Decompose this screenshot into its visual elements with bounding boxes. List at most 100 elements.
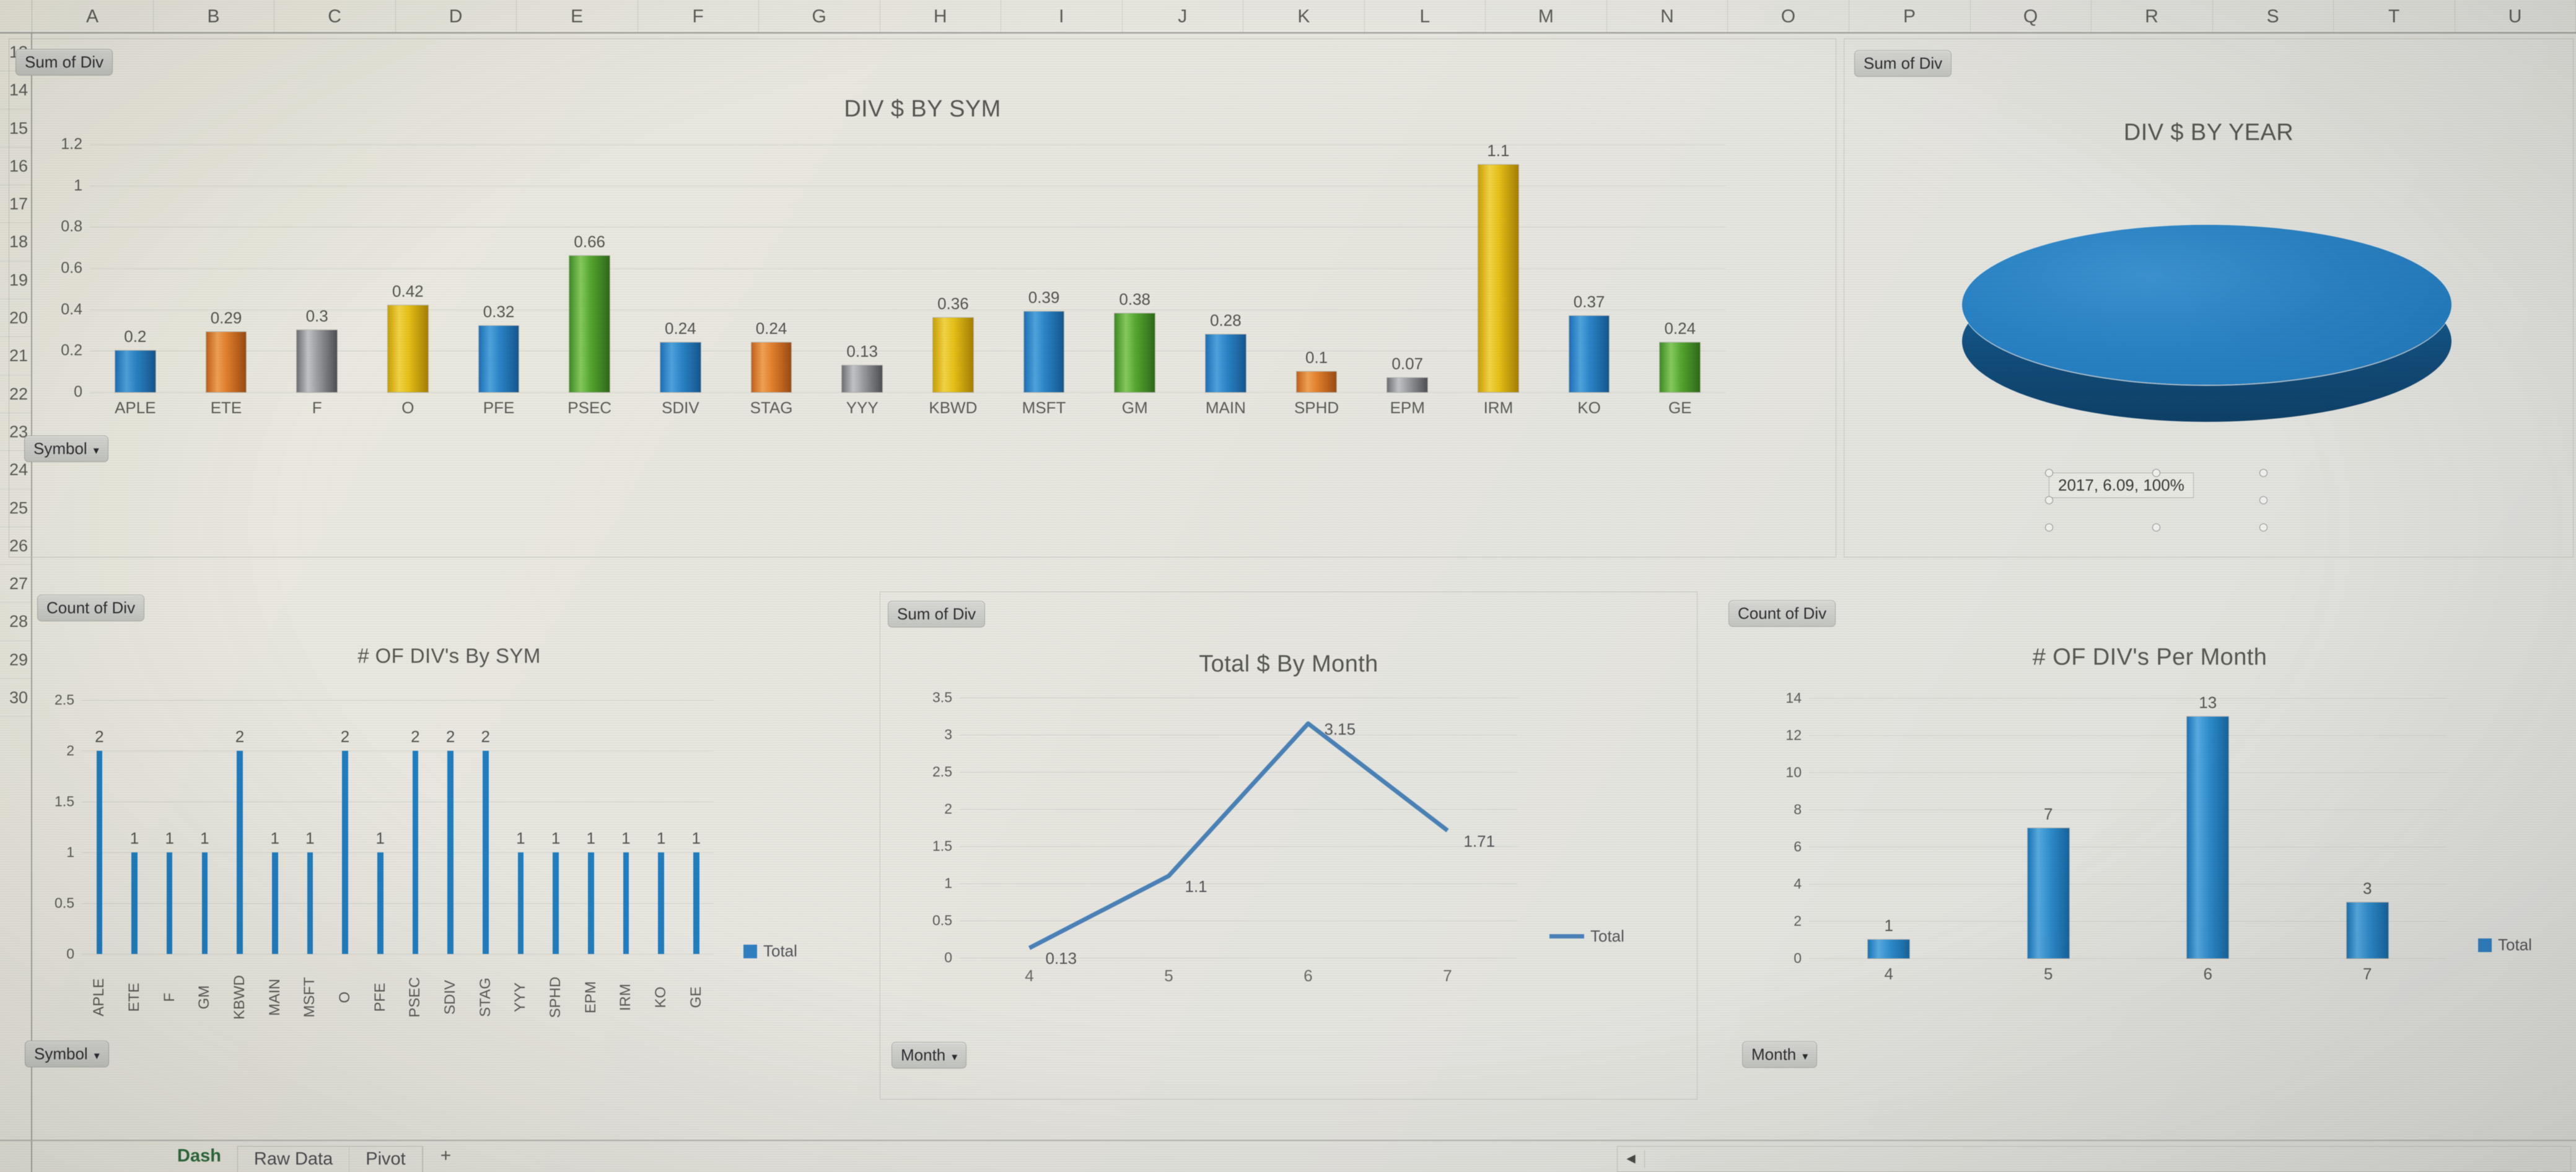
- bar[interactable]: 2: [481, 727, 490, 954]
- bar-slot[interactable]: 1 EPM: [573, 700, 608, 1013]
- selection-handle[interactable]: [2259, 523, 2267, 531]
- column-header-G[interactable]: G: [759, 0, 880, 32]
- column-header-S[interactable]: S: [2213, 0, 2334, 32]
- bar[interactable]: 1.1: [1478, 141, 1518, 392]
- bar-slot[interactable]: 13 6: [2128, 693, 2288, 983]
- column-header-H[interactable]: H: [880, 0, 1002, 32]
- bar[interactable]: 13: [2187, 693, 2229, 958]
- bar[interactable]: 1: [621, 829, 631, 954]
- scroll-left-icon[interactable]: ◄: [1618, 1150, 1645, 1168]
- chart-div-count-by-sym[interactable]: Count of Div # OF DIV's By SYM 0 0.5 1 1.5 2…: [25, 595, 861, 1096]
- bar[interactable]: 1: [270, 829, 279, 954]
- column-header-Q[interactable]: Q: [1971, 0, 2092, 32]
- bar-slot[interactable]: 0.66 PSEC: [544, 144, 635, 417]
- bar[interactable]: 2: [446, 727, 455, 954]
- bar-slot[interactable]: 0.36 KBWD: [908, 144, 999, 417]
- bar[interactable]: 1: [165, 829, 174, 954]
- bar-slot[interactable]: 0.13 YYY: [817, 144, 908, 417]
- field-button-sum-of-div[interactable]: Sum of Div: [15, 49, 113, 76]
- bar-slot[interactable]: 2 PSEC: [398, 700, 433, 1018]
- field-button-sum-of-div-line[interactable]: Sum of Div: [888, 601, 986, 628]
- sheet-tab-dash[interactable]: Dash: [161, 1141, 237, 1172]
- bar[interactable]: 7: [2027, 805, 2069, 958]
- bar[interactable]: 1: [692, 829, 701, 954]
- bar[interactable]: 0.66: [569, 232, 610, 392]
- bar-slot[interactable]: 2 KBWD: [222, 700, 258, 1020]
- selection-handle[interactable]: [2045, 523, 2053, 531]
- bar[interactable]: 1: [587, 829, 595, 954]
- column-header-C[interactable]: C: [274, 0, 396, 32]
- bar[interactable]: 1: [200, 829, 209, 954]
- column-header-F[interactable]: F: [638, 0, 760, 32]
- bar-slot[interactable]: 0.28 MAIN: [1180, 144, 1271, 417]
- bar-slot[interactable]: 0.37 KO: [1544, 144, 1635, 417]
- bar[interactable]: 0.2: [115, 327, 156, 392]
- bar[interactable]: 3: [2346, 879, 2388, 958]
- bar-slot[interactable]: 2 SDIV: [433, 700, 468, 1015]
- bar-slot[interactable]: 1 MAIN: [257, 700, 292, 1016]
- bar[interactable]: 0.36: [933, 294, 973, 392]
- bar[interactable]: 2: [411, 727, 420, 954]
- slicer-button-month-2[interactable]: Month ▾: [1742, 1041, 1818, 1068]
- horizontal-scrollbar[interactable]: ◄: [1617, 1146, 2571, 1172]
- bar[interactable]: 2: [95, 727, 104, 954]
- column-header-K[interactable]: K: [1243, 0, 1365, 32]
- column-header-P[interactable]: P: [1849, 0, 1971, 32]
- bar-slot[interactable]: 0.1 SPHD: [1271, 144, 1362, 417]
- bar[interactable]: 1: [375, 829, 385, 954]
- bar-slot[interactable]: 1 SPHD: [538, 700, 574, 1018]
- bar[interactable]: 0.24: [751, 319, 792, 392]
- column-header-O[interactable]: O: [1728, 0, 1849, 32]
- bar[interactable]: 2: [235, 727, 244, 954]
- bar-slot[interactable]: 1 MSFT: [292, 700, 328, 1018]
- row-header-27[interactable]: 27: [0, 565, 31, 603]
- column-header-E[interactable]: E: [517, 0, 638, 32]
- bar-slot[interactable]: 1 IRM: [608, 700, 644, 1011]
- column-header-J[interactable]: J: [1123, 0, 1244, 32]
- pie-3d[interactable]: [1962, 225, 2451, 460]
- bar-slot[interactable]: 1 KO: [644, 700, 679, 1008]
- bar-slot[interactable]: 0.39 MSFT: [999, 144, 1090, 417]
- bar[interactable]: 0.3: [297, 307, 337, 392]
- bar[interactable]: 0.13: [842, 342, 882, 392]
- bar-slot[interactable]: 37: [2288, 698, 2448, 983]
- bar-slot[interactable]: 0.24 STAG: [726, 144, 817, 417]
- selection-handle[interactable]: [2152, 469, 2160, 477]
- selection-handle[interactable]: [2045, 469, 2053, 477]
- bar[interactable]: 0.37: [1569, 292, 1610, 392]
- bar[interactable]: 1: [130, 829, 139, 954]
- add-sheet-icon[interactable]: +: [440, 1141, 452, 1172]
- bar-slot[interactable]: 0.3 F: [271, 144, 362, 417]
- column-header-A[interactable]: A: [32, 0, 154, 32]
- bar[interactable]: 1: [551, 829, 560, 954]
- column-header-D[interactable]: D: [396, 0, 517, 32]
- selection-handle[interactable]: [2045, 496, 2053, 504]
- bar-slot[interactable]: 75: [1969, 698, 2129, 983]
- slicer-button-month[interactable]: Month ▾: [892, 1042, 967, 1069]
- sheet-tab-group[interactable]: Raw Data Pivot: [237, 1146, 423, 1172]
- bar[interactable]: 1: [516, 829, 525, 954]
- bar-slot[interactable]: 14: [1809, 698, 1969, 983]
- bar-slot[interactable]: 0.29 ETE: [181, 144, 272, 417]
- bar-slot[interactable]: 0.2 APLE: [90, 144, 181, 417]
- bar[interactable]: 0.1: [1296, 348, 1337, 392]
- bar-slot[interactable]: 0.24 SDIV: [635, 144, 726, 417]
- bar[interactable]: 0.39: [1023, 288, 1064, 392]
- column-header-T[interactable]: T: [2334, 0, 2455, 32]
- column-header-M[interactable]: M: [1486, 0, 1607, 32]
- bar-slot[interactable]: 1 PFE: [362, 700, 398, 1012]
- chart-div-by-year[interactable]: Sum of Div DIV $ BY YEAR 2017, 6.09, 100…: [1844, 38, 2574, 558]
- selection-handle[interactable]: [2259, 469, 2267, 477]
- bar-slot[interactable]: 1 ETE: [117, 700, 152, 1012]
- bar[interactable]: 1: [1868, 916, 1910, 958]
- row-header-28[interactable]: 28: [0, 603, 31, 641]
- field-button-count-of-div-2[interactable]: Count of Div: [1728, 600, 1836, 627]
- bar-slot[interactable]: 1 GM: [187, 700, 222, 1009]
- field-button-count-of-div[interactable]: Count of Div: [37, 595, 145, 621]
- column-header-I[interactable]: I: [1001, 0, 1123, 32]
- selection-handle[interactable]: [2259, 496, 2267, 504]
- chart-div-by-sym[interactable]: Sum of Div DIV $ BY SYM 0 0.2 0.4 0.6 0.8 1 1.…: [9, 38, 1836, 558]
- slicer-button-symbol-2[interactable]: Symbol ▾: [25, 1041, 109, 1067]
- column-header-R[interactable]: R: [2092, 0, 2213, 32]
- row-header-29[interactable]: 29: [0, 641, 31, 680]
